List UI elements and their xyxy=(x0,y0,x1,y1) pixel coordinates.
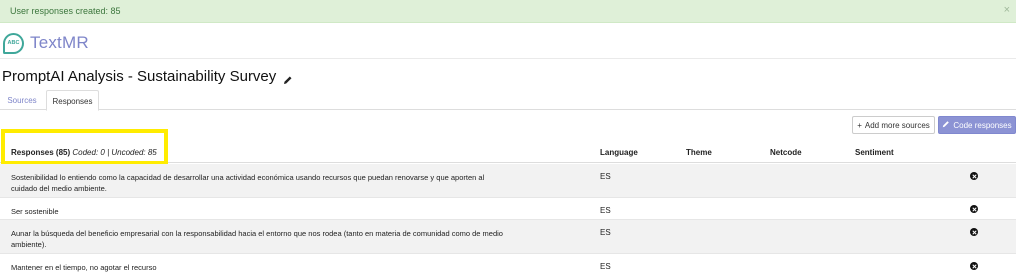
table-row[interactable]: Aunar la búsqueda del beneficio empresar… xyxy=(0,220,1016,254)
response-language: ES xyxy=(600,206,611,215)
response-text: Aunar la búsqueda del beneficio empresar… xyxy=(11,229,503,249)
response-text: Mantener en el tiempo, no agotar el recu… xyxy=(11,263,157,272)
page-title: PromptAI Analysis - Sustainability Surve… xyxy=(2,68,277,85)
close-circle-icon[interactable] xyxy=(970,172,978,180)
code-responses-label: Code responses xyxy=(953,120,1012,130)
sentiment-column-header[interactable]: Sentiment xyxy=(855,148,894,157)
page-title-container: PromptAI Analysis - Sustainability Surve… xyxy=(2,68,293,85)
netcode-column-header[interactable]: Netcode xyxy=(770,148,802,157)
close-circle-icon[interactable] xyxy=(970,228,978,236)
table-row[interactable]: Ser sostenible ES xyxy=(0,198,1016,220)
language-column-header[interactable]: Language xyxy=(600,148,638,157)
response-text: Sostenibilidad lo entiendo como la capac… xyxy=(11,173,485,193)
response-language: ES xyxy=(600,228,611,237)
textmr-logo-icon: ABC xyxy=(3,32,24,54)
close-circle-icon[interactable] xyxy=(970,205,978,213)
response-text: Ser sostenible xyxy=(11,207,59,216)
response-language: ES xyxy=(600,262,611,271)
plus-icon: + xyxy=(857,120,862,130)
tab-sources[interactable]: Sources xyxy=(2,90,42,110)
pencil-icon[interactable] xyxy=(283,72,293,84)
brand[interactable]: ABC TextMR xyxy=(3,31,89,55)
alert-close-icon[interactable]: × xyxy=(1004,4,1010,16)
alert-message: User responses created: 85 xyxy=(10,6,121,16)
close-circle-icon[interactable] xyxy=(970,262,978,270)
table-row[interactable]: Mantener en el tiempo, no agotar el recu… xyxy=(0,254,1016,276)
add-more-sources-label: Add more sources xyxy=(864,120,930,130)
pencil-icon xyxy=(942,120,950,130)
highlight-box xyxy=(1,129,168,165)
table-row[interactable]: Sostenibilidad lo entiendo como la capac… xyxy=(0,164,1016,198)
theme-column-header[interactable]: Theme xyxy=(686,148,712,157)
response-language: ES xyxy=(600,172,611,181)
add-more-sources-button[interactable]: + Add more sources xyxy=(852,116,935,134)
brand-name: TextMR xyxy=(30,33,89,52)
code-responses-button[interactable]: Code responses xyxy=(938,116,1016,134)
success-alert: User responses created: 85 × xyxy=(0,0,1016,23)
tab-responses[interactable]: Responses xyxy=(46,90,99,111)
tab-bar: Sources Responses xyxy=(0,90,1016,111)
header-divider xyxy=(0,58,1016,59)
